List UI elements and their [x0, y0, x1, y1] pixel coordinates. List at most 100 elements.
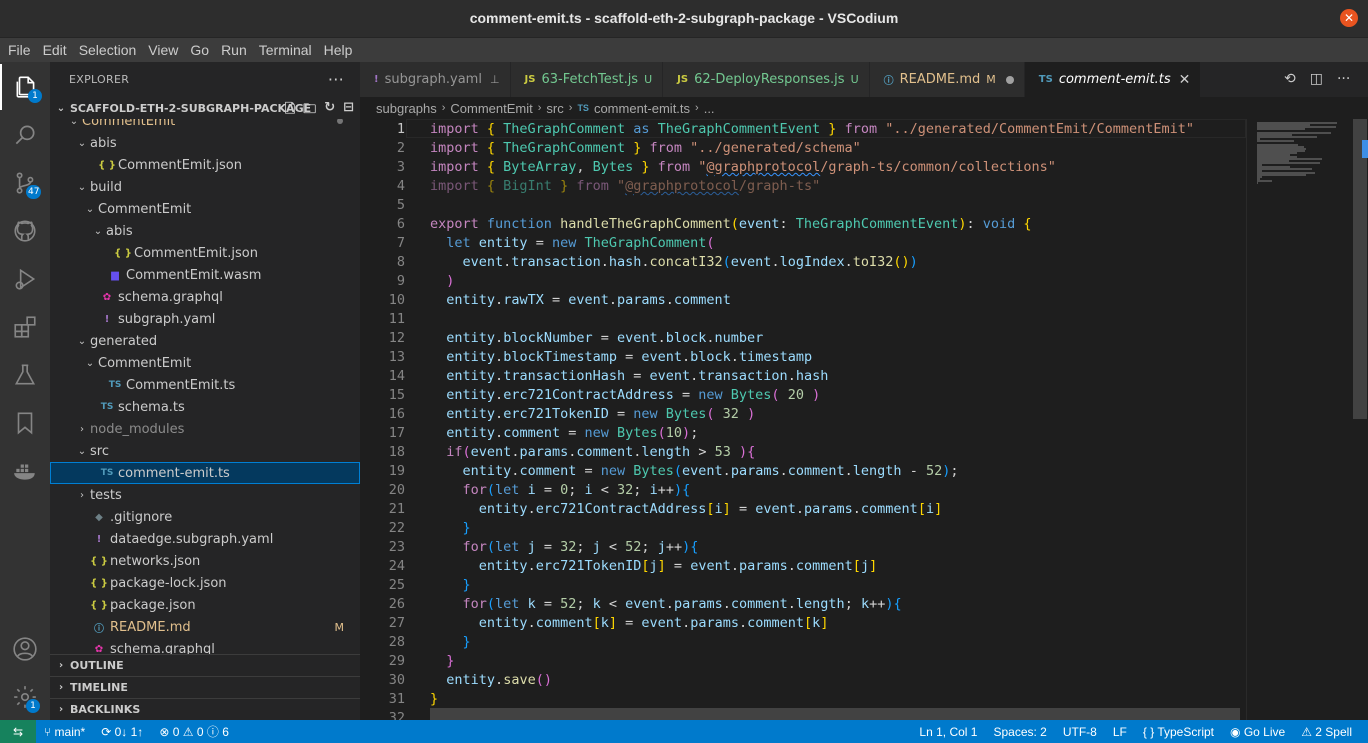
tree-folder[interactable]: ⌄ abis [50, 132, 360, 154]
menu-terminal[interactable]: Terminal [253, 42, 318, 58]
indentation[interactable]: Spaces: 2 [985, 725, 1054, 739]
modified-badge: M [986, 73, 996, 86]
close-window-button[interactable]: ✕ [1340, 9, 1358, 27]
split-editor-icon[interactable]: ◫ [1310, 71, 1323, 87]
encoding[interactable]: UTF-8 [1055, 725, 1105, 739]
tree-file[interactable]: TS schema.ts [50, 396, 360, 418]
more-actions-icon[interactable]: ··· [1337, 71, 1350, 87]
menu-go[interactable]: Go [184, 42, 215, 58]
breadcrumb-commentemit[interactable]: CommentEmit [450, 101, 532, 116]
more-actions-icon[interactable]: ··· [328, 70, 344, 89]
tree-folder[interactable]: ⌄ src [50, 440, 360, 462]
tree-folder[interactable]: ⌄ generated [50, 330, 360, 352]
chevron-right-icon: › [80, 423, 84, 435]
testing-icon[interactable] [0, 352, 50, 398]
breadcrumb-src[interactable]: src [546, 101, 563, 116]
menu-view[interactable]: View [142, 42, 184, 58]
code-editor[interactable]: 1 import { TheGraphComment as TheGraphCom… [360, 119, 1246, 720]
tree-file[interactable]: ! subgraph.yaml [50, 308, 360, 330]
tree-folder[interactable]: ⌄ CommentEmit [50, 352, 360, 374]
breadcrumb-symbols[interactable]: ... [704, 101, 715, 116]
close-tab-icon[interactable]: ✕ [1179, 72, 1191, 88]
tab-63-fetchtest-js[interactable]: JS 63-FetchTest.js U [510, 62, 664, 97]
language-label: TypeScript [1157, 724, 1215, 739]
tab-subgraph-yaml[interactable]: ! subgraph.yaml ⊥ [360, 62, 511, 97]
minimap-line [1257, 136, 1317, 138]
minimap-line [1257, 174, 1306, 176]
tree-file[interactable]: { } CommentEmit.json [50, 154, 360, 176]
tree-file[interactable]: ◆ .gitignore [50, 506, 360, 528]
docker-icon[interactable] [0, 448, 50, 494]
tree-file[interactable]: ✿ schema.graphql [50, 286, 360, 308]
breadcrumb-subgraphs[interactable]: subgraphs [376, 101, 437, 116]
spell-check-status[interactable]: ⚠ 2 Spell [1293, 725, 1360, 739]
tree-folder[interactable]: ⌄ build [50, 176, 360, 198]
line-number: 3 [396, 159, 405, 175]
menu-run[interactable]: Run [215, 42, 253, 58]
project-header[interactable]: ⌄ SCAFFOLD-ETH-2-SUBGRAPH-PACKAGE 🗋 🗀 ↻ … [50, 97, 360, 119]
menu-selection[interactable]: Selection [73, 42, 143, 58]
outline-section[interactable]: › OUTLINE [50, 654, 360, 676]
line-number: 31 [388, 691, 405, 707]
code-line: 25 } [360, 576, 1246, 595]
tree-folder[interactable]: ⌄ CommentEmit [50, 198, 360, 220]
breadcrumb-file[interactable]: comment-emit.ts [594, 101, 690, 116]
json-file-icon: { } [90, 599, 108, 611]
tab-62-deployresponses-js[interactable]: JS 62-DeployResponses.js U [663, 62, 870, 97]
tree-folder[interactable]: ⌄ abis [50, 220, 360, 242]
problems-status[interactable]: ⊗ 0 ⚠ 0 ⓘ 6 [151, 723, 237, 740]
menu-file[interactable]: File [2, 42, 37, 58]
go-live-button[interactable]: ◉ Go Live [1222, 725, 1293, 739]
extensions-icon[interactable] [0, 304, 50, 350]
code-line: 14 entity.transactionHash = event.transa… [360, 367, 1246, 386]
chevron-right-icon: › [58, 704, 64, 715]
tree-folder[interactable]: › tests [50, 484, 360, 506]
tree-folder[interactable]: › node_modules [50, 418, 360, 440]
github-icon[interactable] [0, 208, 50, 254]
branch-status[interactable]: ⑂ main* [36, 725, 93, 739]
menu-edit[interactable]: Edit [37, 42, 73, 58]
run-debug-icon[interactable] [0, 256, 50, 302]
line-number: 12 [388, 330, 405, 346]
editor-tabs: ! subgraph.yaml ⊥ JS 63-FetchTest.js U JS 62-De… [360, 62, 1368, 97]
tab-label: comment-emit.ts [1058, 72, 1171, 87]
search-icon[interactable] [0, 112, 50, 158]
tree-file[interactable]: { } networks.json [50, 550, 360, 572]
tree-file[interactable]: { } package.json [50, 594, 360, 616]
end-of-line[interactable]: LF [1105, 725, 1135, 739]
tab-readme-md[interactable]: ⓘ README.md M [869, 62, 1025, 97]
line-number: 21 [388, 501, 405, 517]
sync-status[interactable]: ⟳ 0↓ 1↑ [93, 725, 151, 739]
minimap[interactable] [1246, 119, 1352, 720]
tree-item-label: CommentEmit [98, 201, 192, 217]
explorer-icon[interactable]: 1 [0, 64, 50, 110]
vertical-scrollbar[interactable] [1353, 119, 1367, 419]
tree-file[interactable]: ! dataedge.subgraph.yaml [50, 528, 360, 550]
tree-file[interactable]: TS CommentEmit.ts [50, 374, 360, 396]
tree-file[interactable]: TS comment-emit.ts [50, 462, 360, 484]
tab-comment-emit-ts[interactable]: TS comment-emit.ts ✕ [1024, 62, 1202, 97]
account-icon[interactable] [0, 626, 50, 672]
unsaved-dot[interactable] [1005, 75, 1014, 84]
tree-file[interactable]: ⓘ README.md M [50, 616, 360, 638]
tree-file[interactable]: ✿ schema.graphql [50, 638, 360, 655]
timeline-section[interactable]: › TIMELINE [50, 676, 360, 698]
line-number: 22 [388, 520, 405, 536]
tree-folder[interactable]: ⌄ CommentEmit [50, 119, 360, 132]
backlinks-section[interactable]: › BACKLINKS [50, 698, 360, 720]
timeline-icon[interactable]: ⟲ [1284, 71, 1296, 87]
tree-file[interactable]: { } CommentEmit.json [50, 242, 360, 264]
menu-help[interactable]: Help [318, 42, 359, 58]
bookmark-icon[interactable] [0, 400, 50, 446]
code-line: 3 import { ByteArray, Bytes } from "@grap… [360, 158, 1246, 177]
settings-gear-icon[interactable]: 1 [0, 674, 50, 720]
language-mode[interactable]: { } TypeScript [1135, 725, 1222, 739]
pin-icon[interactable]: ⊥ [490, 73, 500, 86]
tree-file[interactable]: { } package-lock.json [50, 572, 360, 594]
tree-file[interactable]: ▆ CommentEmit.wasm [50, 264, 360, 286]
cursor-position[interactable]: Ln 1, Col 1 [911, 725, 985, 739]
remote-icon[interactable]: ⇆ [0, 720, 36, 743]
source-control-icon[interactable]: 47 [0, 160, 50, 206]
chevron-down-icon: ⌄ [77, 335, 87, 347]
code-line: 9 ) [360, 272, 1246, 291]
